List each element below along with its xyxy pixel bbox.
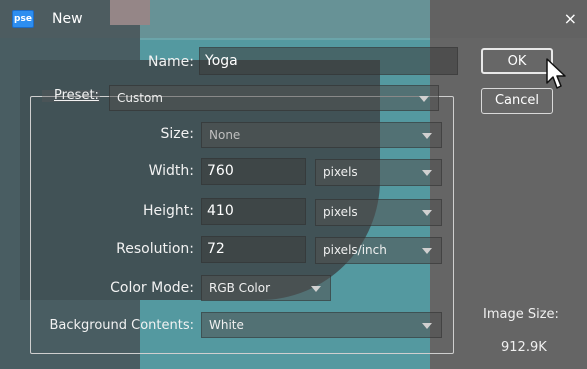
chevron-down-icon [422, 170, 432, 176]
size-select[interactable]: None [201, 122, 442, 148]
preset-label: Preset: [54, 88, 99, 103]
dialog-title: New [52, 11, 83, 27]
color-mode-value: RGB Color [209, 281, 271, 295]
resolution-label: Resolution: [116, 241, 194, 257]
cancel-button[interactable]: Cancel [481, 88, 553, 114]
image-size-label: Image Size: [483, 307, 559, 322]
height-label: Height: [143, 203, 194, 219]
cursor-icon [546, 58, 566, 89]
chevron-down-icon [422, 133, 432, 139]
chevron-down-icon [422, 323, 432, 329]
width-unit-select[interactable]: pixels [315, 159, 442, 186]
name-label: Name: [147, 54, 194, 70]
name-value: Yoga [205, 53, 238, 69]
new-document-dialog: pse New × Name: Yoga Preset: Custom Size… [0, 0, 587, 369]
resolution-value: 72 [207, 241, 225, 257]
chevron-down-icon [422, 210, 432, 216]
height-unit-value: pixels [323, 205, 358, 219]
resolution-input[interactable]: 72 [201, 236, 306, 263]
title-bar: pse New × [0, 0, 587, 38]
chevron-down-icon [311, 286, 321, 292]
close-icon[interactable]: × [564, 9, 577, 28]
resolution-unit-value: pixels/inch [323, 243, 387, 257]
chevron-down-icon [419, 96, 429, 102]
preset-label-text: Preset: [54, 88, 99, 103]
preset-select[interactable]: Custom [109, 85, 439, 111]
width-label: Width: [148, 163, 194, 179]
size-value: None [209, 128, 241, 142]
image-size-value: 912.9K [501, 340, 547, 355]
app-icon: pse [12, 10, 34, 28]
resolution-unit-select[interactable]: pixels/inch [315, 237, 442, 264]
screenshot-stage: pse New × Name: Yoga Preset: Custom Size… [0, 0, 587, 369]
background-contents-label: Background Contents: [49, 318, 194, 333]
color-mode-label: Color Mode: [110, 280, 194, 296]
chevron-down-icon [422, 248, 432, 254]
height-value: 410 [207, 203, 234, 219]
background-contents-select[interactable]: White [201, 312, 442, 338]
preset-value: Custom [117, 91, 163, 105]
height-input[interactable]: 410 [201, 198, 306, 225]
size-label: Size: [160, 126, 194, 142]
height-unit-select[interactable]: pixels [315, 199, 442, 226]
background-contents-value: White [209, 318, 244, 332]
name-field[interactable]: Yoga [199, 47, 458, 75]
width-value: 760 [207, 163, 234, 179]
width-input[interactable]: 760 [201, 158, 306, 185]
ok-button[interactable]: OK [481, 48, 553, 74]
width-unit-value: pixels [323, 165, 358, 179]
color-mode-select[interactable]: RGB Color [201, 275, 331, 301]
